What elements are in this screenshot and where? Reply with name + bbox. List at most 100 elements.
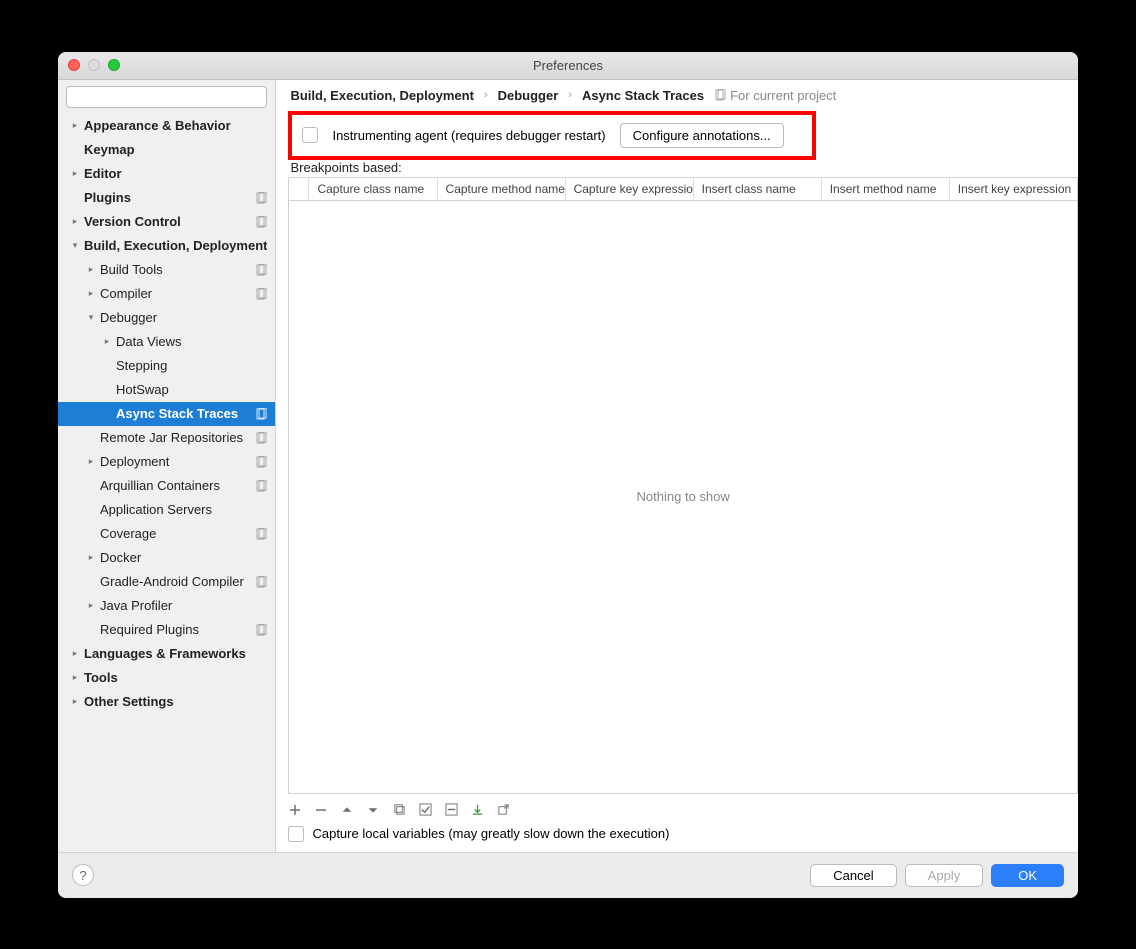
tree-item[interactable]: ▸Languages & Frameworks xyxy=(58,642,275,666)
capture-local-label: Capture local variables (may greatly slo… xyxy=(312,826,669,841)
tree-item[interactable]: ▸Remote Jar Repositories xyxy=(58,426,275,450)
copy-icon[interactable] xyxy=(392,803,406,817)
tree-item-label: Keymap xyxy=(84,142,267,157)
tree-item[interactable]: ▸ Appearance & Behavior xyxy=(58,114,275,138)
table-toolbar xyxy=(288,800,1077,820)
project-icon xyxy=(255,192,267,204)
chevron-down-icon: ▾ xyxy=(70,240,80,251)
chevron-right-icon: ▸ xyxy=(86,288,96,299)
move-up-icon[interactable] xyxy=(340,803,354,817)
tree-item[interactable]: ▸Build Tools xyxy=(58,258,275,282)
chevron-right-icon: ▸ xyxy=(86,456,96,467)
add-icon[interactable] xyxy=(288,803,302,817)
import-icon[interactable] xyxy=(470,803,484,817)
tree-item-label: Plugins xyxy=(84,190,251,205)
disable-icon[interactable] xyxy=(444,803,458,817)
help-button[interactable]: ? xyxy=(72,864,94,886)
breadcrumb: Build, Execution, Deployment › Debugger … xyxy=(276,80,1078,107)
tree-item-label: Required Plugins xyxy=(100,622,251,637)
chevron-right-icon: ▸ xyxy=(70,672,80,683)
search-input[interactable] xyxy=(66,86,267,108)
export-icon[interactable] xyxy=(496,803,510,817)
tree-item-label: Stepping xyxy=(116,358,267,373)
tree-item-label: Remote Jar Repositories xyxy=(100,430,251,445)
tree-item[interactable]: ▸Arquillian Containers xyxy=(58,474,275,498)
enable-icon[interactable] xyxy=(418,803,432,817)
tree-item[interactable]: ▸Editor xyxy=(58,162,275,186)
tree-item[interactable]: ▸ Java Profiler xyxy=(58,594,275,618)
tree-item[interactable]: ▸Coverage xyxy=(58,522,275,546)
tree-item-label: Appearance & Behavior xyxy=(84,118,267,133)
configure-annotations-button[interactable]: Configure annotations... xyxy=(620,123,784,148)
tree-item-label: Deployment xyxy=(100,454,251,469)
tree-item[interactable]: ▸Plugins xyxy=(58,186,275,210)
table-header[interactable]: Insert method name xyxy=(822,178,950,200)
tree-item[interactable]: ▸Gradle-Android Compiler xyxy=(58,570,275,594)
settings-tree[interactable]: ▸Appearance & Behavior▸Keymap▸Editor▸Plu… xyxy=(58,114,275,852)
chevron-right-icon: › xyxy=(568,89,572,101)
tree-item-label: Build Tools xyxy=(100,262,251,277)
project-icon xyxy=(255,288,267,300)
project-icon xyxy=(255,576,267,588)
move-down-icon[interactable] xyxy=(366,803,380,817)
tree-item-label: Build, Execution, Deployment xyxy=(84,238,267,253)
tree-item[interactable]: ▾ Debugger xyxy=(58,306,275,330)
tree-item[interactable]: ▸Async Stack Traces xyxy=(58,402,275,426)
tree-item[interactable]: ▸Data Views xyxy=(58,330,275,354)
chevron-down-icon: ▾ xyxy=(86,312,96,323)
chevron-right-icon: ▸ xyxy=(70,168,80,179)
tree-item[interactable]: ▸HotSwap xyxy=(58,378,275,402)
table-header-checkbox[interactable] xyxy=(289,178,309,200)
tree-item[interactable]: ▸Docker xyxy=(58,546,275,570)
tree-item[interactable]: ▸Keymap xyxy=(58,138,275,162)
tree-item[interactable]: ▸ Compiler xyxy=(58,282,275,306)
project-icon xyxy=(255,480,267,492)
tree-item-label: Coverage xyxy=(100,526,251,541)
project-icon xyxy=(255,528,267,540)
tree-item[interactable]: ▸ Deployment xyxy=(58,450,275,474)
main-panel: Build, Execution, Deployment › Debugger … xyxy=(276,80,1078,852)
apply-button[interactable]: Apply xyxy=(905,864,984,887)
tree-item[interactable]: ▸Application Servers xyxy=(58,498,275,522)
table-header[interactable]: Insert key expression xyxy=(950,178,1077,200)
tree-item[interactable]: ▾ Build, Execution, Deployment xyxy=(58,234,275,258)
tree-item[interactable]: ▸Required Plugins xyxy=(58,618,275,642)
remove-icon[interactable] xyxy=(314,803,328,817)
table-header[interactable]: Insert class name xyxy=(694,178,822,200)
ok-button[interactable]: OK xyxy=(991,864,1064,887)
table-body-empty: Nothing to show xyxy=(289,201,1076,793)
capture-local-checkbox[interactable] xyxy=(288,826,304,842)
highlighted-region: Instrumenting agent (requires debugger r… xyxy=(288,111,816,160)
sidebar: ▸Appearance & Behavior▸Keymap▸Editor▸Plu… xyxy=(58,80,276,852)
project-icon xyxy=(255,264,267,276)
preferences-window: Preferences ▸Appearance & Behavior▸Keyma… xyxy=(58,52,1078,898)
table-header[interactable]: Capture method name xyxy=(438,178,566,200)
tree-item-label: Debugger xyxy=(100,310,267,325)
cancel-button[interactable]: Cancel xyxy=(810,864,896,887)
tree-item[interactable]: ▸Stepping xyxy=(58,354,275,378)
chevron-right-icon: ▸ xyxy=(86,600,96,611)
table-header[interactable]: Capture key expression xyxy=(566,178,694,200)
tree-item-label: Application Servers xyxy=(100,502,267,517)
project-icon xyxy=(255,408,267,420)
tree-item-label: Languages & Frameworks xyxy=(84,646,267,661)
tree-item-label: Arquillian Containers xyxy=(100,478,251,493)
table-head-row: Capture class name Capture method name C… xyxy=(289,178,1076,201)
table-header[interactable]: Capture class name xyxy=(309,178,437,200)
tree-item[interactable]: ▸Other Settings xyxy=(58,690,275,714)
tree-item-label: Java Profiler xyxy=(100,598,267,613)
crumb-item[interactable]: Debugger xyxy=(498,88,559,103)
instrumenting-agent-checkbox[interactable] xyxy=(302,127,318,143)
tree-item[interactable]: ▸ Tools xyxy=(58,666,275,690)
tree-item-label: Compiler xyxy=(100,286,251,301)
project-scope-label: For current project xyxy=(714,88,836,103)
chevron-right-icon: ▸ xyxy=(70,120,80,131)
crumb-item[interactable]: Build, Execution, Deployment xyxy=(290,88,473,103)
breakpoints-table: Capture class name Capture method name C… xyxy=(288,177,1077,794)
tree-item-label: Tools xyxy=(84,670,267,685)
crumb-item[interactable]: Async Stack Traces xyxy=(582,88,704,103)
tree-item[interactable]: ▸Version Control xyxy=(58,210,275,234)
window-title: Preferences xyxy=(58,58,1078,73)
tree-item-label: Async Stack Traces xyxy=(116,406,251,421)
project-icon xyxy=(255,456,267,468)
